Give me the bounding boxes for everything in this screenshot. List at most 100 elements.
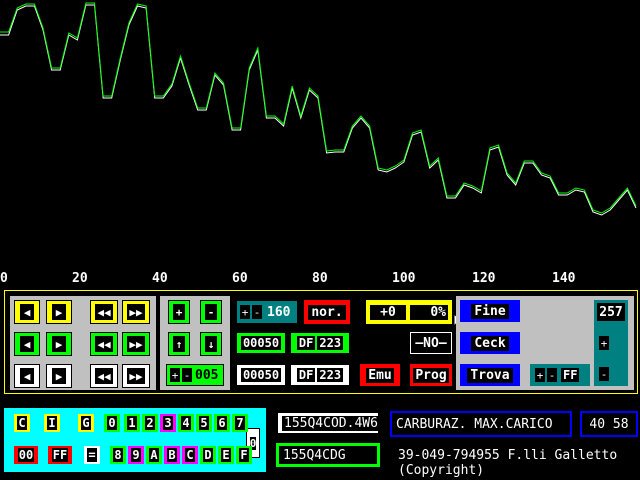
hex-key-label: I [47, 416, 57, 430]
nums-value: 40 58 [589, 416, 629, 432]
hex-key-FF[interactable]: FF [48, 446, 72, 464]
left-icon: ◀ [20, 368, 34, 384]
hex-key-F[interactable]: F [236, 446, 252, 464]
addr-field-2[interactable]: 00050 [236, 364, 286, 386]
step-right-white-button[interactable]: ▶ [46, 364, 72, 388]
minus-icon[interactable]: - [252, 305, 262, 319]
plus-green-button[interactable]: + [168, 300, 190, 324]
plus-icon: + [173, 304, 185, 320]
fast-left-white-button[interactable]: ◀◀ [90, 364, 118, 388]
hex-key-C[interactable]: C [14, 414, 30, 432]
hex-key-2[interactable]: 2 [142, 414, 158, 432]
cdg-file: 155Q4CDG [283, 447, 346, 463]
cdg-file-field: 155Q4CDG [276, 443, 380, 467]
hex-key-I[interactable]: I [44, 414, 60, 432]
fast-left-green-button[interactable]: ◀◀ [90, 332, 118, 356]
hex-keypad: 0 C I G 0 1 2 3 4 5 6 7 00 FF = 8 9 A B C D E F [4, 408, 266, 472]
fast-right-button[interactable]: ▶▶ [122, 300, 150, 324]
hex-key-D[interactable]: D [200, 446, 216, 464]
down-button[interactable]: ↓ [200, 332, 222, 356]
hex-key-B[interactable]: B [164, 446, 180, 464]
step-right-button[interactable]: ▶ [46, 300, 72, 324]
hex-key-label: 6 [217, 416, 227, 430]
fast-right-green-button[interactable]: ▶▶ [122, 332, 150, 356]
right-icon: ▶ [52, 368, 66, 384]
x-tick-label: 120 [472, 271, 496, 286]
offset-value: +0 [370, 304, 406, 320]
cod-file: 155Q4COD.4W6 [282, 415, 380, 431]
fast-left-button[interactable]: ◀◀ [90, 300, 118, 324]
fast-right-white-button[interactable]: ▶▶ [122, 364, 150, 388]
right-icon: ▶ [52, 304, 66, 320]
hex-key-7[interactable]: 7 [232, 414, 248, 432]
minus-icon[interactable]: - [599, 367, 609, 381]
x-tick-label: 40 [152, 271, 168, 286]
step-left-white-button[interactable]: ◀ [14, 364, 40, 388]
step-field: + - 005 [166, 364, 224, 386]
hex-key-6[interactable]: 6 [214, 414, 230, 432]
trova-button[interactable]: Trova [460, 364, 520, 386]
hex-key-5[interactable]: 5 [196, 414, 212, 432]
plus-icon[interactable]: + [599, 336, 609, 350]
x-tick-label: 60 [232, 271, 248, 286]
ff-field: + - FF [530, 364, 590, 386]
hex-key-label: E [221, 448, 231, 462]
nor-label: nor. [308, 304, 346, 320]
no-button[interactable]: —NO— [410, 332, 452, 354]
up-button[interactable]: ↑ [168, 332, 190, 356]
hex-key-label: C [185, 448, 195, 462]
addr-field-1[interactable]: 00050 [236, 332, 286, 354]
prog-button[interactable]: Prog [410, 364, 452, 386]
step-left-green-button[interactable]: ◀ [14, 332, 40, 356]
minus-icon[interactable]: - [547, 368, 557, 382]
hex-key-label: F [239, 448, 249, 462]
minus-green-button[interactable]: - [200, 300, 222, 324]
hex-key-label: A [149, 448, 159, 462]
rewind-icon: ◀◀ [95, 304, 113, 320]
trova-label: Trova [467, 367, 513, 383]
hex-key-label: 2 [145, 416, 155, 430]
ceck-button[interactable]: Ceck [460, 332, 520, 354]
nor-button[interactable]: nor. [304, 300, 350, 324]
step-left-button[interactable]: ◀ [14, 300, 40, 324]
title-field: CARBURAZ. MAX.CARICO [390, 411, 572, 437]
hex-key-4[interactable]: 4 [178, 414, 194, 432]
df1-prefix: DF [296, 336, 316, 350]
hex-key-1[interactable]: 1 [124, 414, 140, 432]
hex-key-label: 0 [107, 416, 117, 430]
hex-key-label: G [81, 416, 91, 430]
hex-key-8[interactable]: 8 [110, 446, 126, 464]
step-right-green-button[interactable]: ▶ [46, 332, 72, 356]
no-label: —NO— [415, 335, 447, 351]
fine-label: Fine [471, 303, 509, 319]
hex-key-=[interactable]: = [84, 446, 100, 464]
emu-label: Emu [366, 367, 394, 383]
plus-icon[interactable]: + [170, 368, 180, 382]
hex-key-C[interactable]: C [182, 446, 198, 464]
emu-button[interactable]: Emu [360, 364, 400, 386]
hex-key-label: 3 [163, 416, 173, 430]
df-field-2[interactable]: DF 223 [290, 364, 350, 386]
plus-icon[interactable]: + [240, 305, 250, 319]
hex-key-G[interactable]: G [78, 414, 94, 432]
copyright-text: (Copyright) [398, 463, 485, 478]
value-160: 160 [267, 304, 291, 320]
curve-series-0 [0, 4, 637, 216]
x-tick-label: 100 [392, 271, 416, 286]
hex-key-0[interactable]: 0 [104, 414, 120, 432]
hex-key-00[interactable]: 00 [14, 446, 38, 464]
fine-button[interactable]: Fine [460, 300, 520, 322]
hex-key-E[interactable]: E [218, 446, 234, 464]
x-tick-label: 140 [552, 271, 576, 286]
hex-key-3[interactable]: 3 [160, 414, 176, 432]
hex-key-9[interactable]: 9 [128, 446, 144, 464]
vertical-panel: + - ↑ ↓ + - 005 [160, 296, 230, 390]
right-icon: ▶ [52, 336, 66, 352]
hex-key-label: FF [51, 448, 69, 462]
hex-key-A[interactable]: A [146, 446, 162, 464]
minus-icon[interactable]: - [182, 368, 192, 382]
value-257-field: 257 + - [594, 300, 628, 386]
df-field-1[interactable]: DF 223 [290, 332, 350, 354]
curve-series-1 [0, 2, 637, 214]
plus-icon[interactable]: + [535, 368, 545, 382]
